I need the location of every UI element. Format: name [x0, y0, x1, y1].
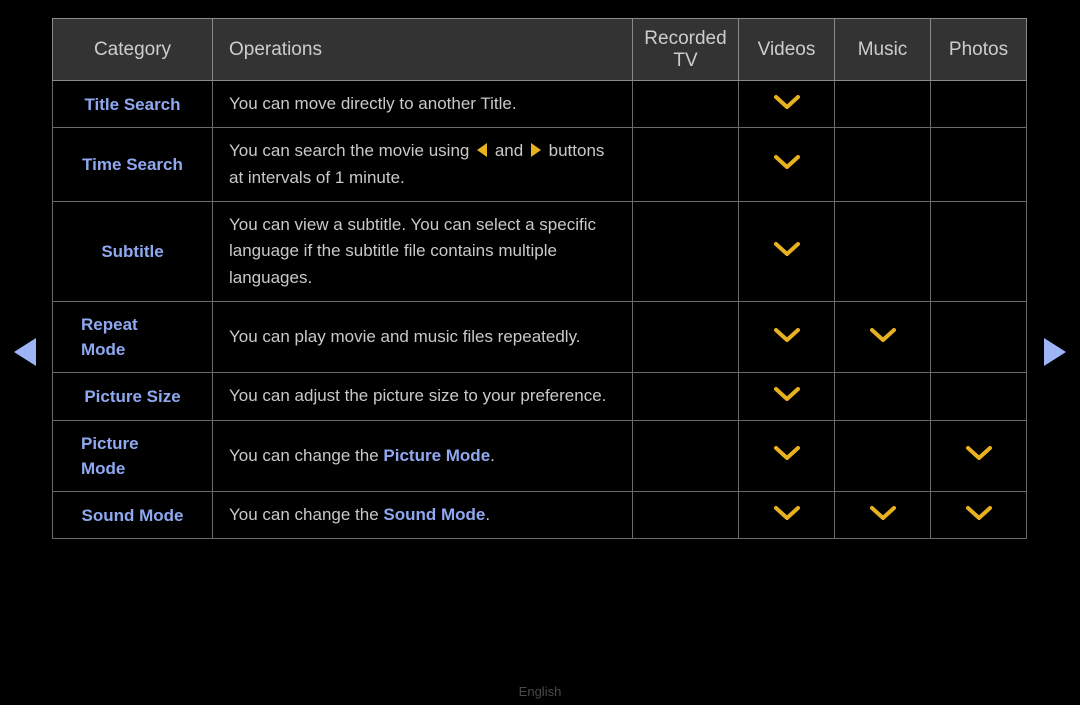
chevron-down-icon: [965, 444, 993, 462]
table-cell-photos: [930, 127, 1027, 203]
table-cell-operations: You can change the Sound Mode.: [212, 491, 633, 540]
table-cell-recorded-tv: [632, 301, 739, 374]
table-cell-recorded-tv: [632, 79, 739, 129]
screen-root: Category Operations Recorded TV Videos M…: [0, 0, 1080, 705]
chevron-down-icon: [773, 444, 801, 462]
table-cell-music: [834, 201, 931, 303]
table-cell-music: [834, 419, 931, 493]
chevron-down-icon: [773, 153, 801, 171]
table-header-row: Category Operations Recorded TV Videos M…: [52, 18, 1027, 81]
table-cell-recorded-tv: [632, 127, 739, 203]
chevron-down-icon: [965, 504, 993, 522]
table-cell-videos: [738, 491, 835, 540]
chevron-down-icon: [773, 326, 801, 344]
previous-page-arrow-icon[interactable]: [14, 338, 36, 366]
category-label-line: Sound Mode: [81, 505, 184, 525]
operations-table: Category Operations Recorded TV Videos M…: [52, 18, 1027, 540]
column-header-music: Music: [834, 18, 931, 81]
category-label-line: Mode: [81, 458, 126, 478]
chevron-down-icon: [773, 240, 801, 258]
table-row[interactable]: Title Search You can move directly to ano…: [52, 79, 1027, 129]
column-header-operations: Operations: [212, 18, 633, 81]
column-header-category: Category: [52, 18, 213, 81]
table-cell-category: Repeat Mode: [52, 301, 213, 374]
table-cell-music: [834, 301, 931, 374]
table-header: Category Operations Recorded TV Videos M…: [52, 18, 1027, 81]
table-cell-recorded-tv: [632, 491, 739, 540]
table-row[interactable]: Picture Mode You can change the Picture Mo…: [52, 419, 1027, 493]
right-arrow-icon: [530, 143, 541, 158]
table-row[interactable]: Picture Size You can adjust the picture s…: [52, 372, 1027, 421]
category-label-line: Repeat: [81, 315, 138, 335]
table-cell-category: Picture Size: [52, 372, 213, 421]
category-label-line: Mode: [81, 340, 126, 360]
operations-highlighted-term: Sound Mode: [383, 505, 486, 525]
table-cell-photos: [930, 491, 1027, 540]
table-cell-photos: [930, 301, 1027, 374]
table-cell-videos: [738, 372, 835, 421]
table-cell-operations: You can move directly to another Title.: [212, 79, 633, 129]
chevron-down-icon: [773, 385, 801, 403]
table-cell-category: Title Search: [52, 79, 213, 129]
table-cell-operations: You can adjust the picture size to your …: [212, 372, 633, 421]
chevron-down-icon: [773, 504, 801, 522]
table-cell-category: Picture Mode: [52, 419, 213, 493]
table-row[interactable]: Subtitle You can view a subtitle. You can…: [52, 201, 1027, 303]
table-cell-music: [834, 127, 931, 203]
left-arrow-icon: [477, 143, 488, 158]
table-cell-recorded-tv: [632, 372, 739, 421]
column-header-recorded-tv-line2: TV: [673, 49, 698, 71]
table-cell-videos: [738, 419, 835, 493]
table-cell-photos: [930, 79, 1027, 129]
table-cell-photos: [930, 419, 1027, 493]
table-cell-category: Subtitle: [52, 201, 213, 303]
language-indicator: English: [518, 684, 562, 699]
table-cell-music: [834, 79, 931, 129]
table-cell-videos: [738, 301, 835, 374]
chevron-down-icon: [773, 93, 801, 111]
category-label-line: Title Search: [84, 94, 181, 114]
category-label-line: Picture: [81, 433, 139, 453]
operations-highlighted-term: Picture Mode: [383, 445, 491, 465]
table-cell-music: [834, 372, 931, 421]
table-cell-category: Sound Mode: [52, 491, 213, 540]
table-row[interactable]: Sound Mode You can change the Sound Mode.: [52, 491, 1027, 540]
table-row[interactable]: Time Search You can search the movie usin…: [52, 127, 1027, 203]
table-body: Title Search You can move directly to ano…: [52, 79, 1027, 540]
next-page-arrow-icon[interactable]: [1044, 338, 1066, 366]
table-cell-operations: You can search the movie using and butto…: [212, 127, 633, 203]
column-header-videos: Videos: [738, 18, 835, 81]
category-label-line: Picture Size: [84, 386, 181, 406]
table-cell-recorded-tv: [632, 419, 739, 493]
operations-table-container: Category Operations Recorded TV Videos M…: [52, 18, 1027, 540]
table-cell-operations: You can play movie and music files repea…: [212, 301, 633, 374]
table-cell-videos: [738, 79, 835, 129]
column-header-recorded-tv: Recorded TV: [632, 18, 739, 81]
column-header-recorded-tv-line1: Recorded: [644, 28, 727, 50]
table-cell-category: Time Search: [52, 127, 213, 203]
table-cell-recorded-tv: [632, 201, 739, 303]
table-row[interactable]: Repeat Mode You can play movie and music f…: [52, 301, 1027, 374]
table-cell-operations: You can change the Picture Mode.: [212, 419, 633, 493]
table-cell-music: [834, 491, 931, 540]
table-cell-operations: You can view a subtitle. You can select …: [212, 201, 633, 303]
table-cell-videos: [738, 127, 835, 203]
category-label-line: Subtitle: [101, 241, 164, 261]
chevron-down-icon: [869, 504, 897, 522]
chevron-down-icon: [869, 326, 897, 344]
table-cell-photos: [930, 201, 1027, 303]
category-label-line: Time Search: [82, 155, 183, 175]
table-cell-videos: [738, 201, 835, 303]
column-header-photos: Photos: [930, 18, 1027, 81]
table-cell-photos: [930, 372, 1027, 421]
